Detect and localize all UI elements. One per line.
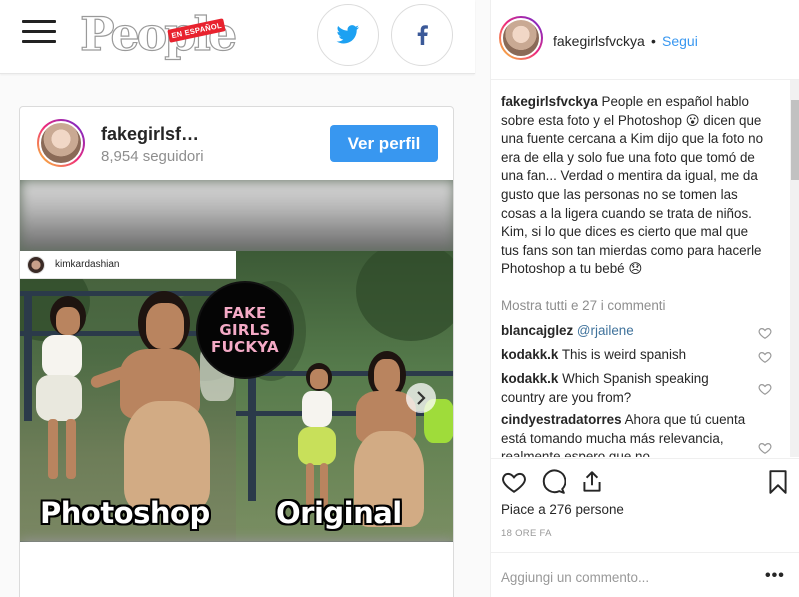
comment-username[interactable]: kodakk.k (501, 347, 558, 362)
twitter-bird-icon (336, 25, 359, 44)
comment-item: blancajglez @rjailene (501, 322, 751, 341)
watermark-badge: FAKE GIRLS FUCKYA (196, 281, 294, 379)
comment-username[interactable]: blancajglez (501, 323, 573, 338)
like-comment-icon[interactable] (758, 382, 772, 396)
post-username[interactable]: fakegirlsfvckya (553, 33, 645, 49)
instagram-embed-card: fakegirlsf… 8,954 seguidori Ver perfil k… (19, 106, 454, 597)
view-profile-button[interactable]: Ver perfil (330, 125, 438, 162)
site-header: People EN ESPAÑOL (0, 0, 475, 74)
like-comment-icon[interactable] (758, 350, 772, 364)
post-header: fakegirlsfvckya • Segui (491, 0, 799, 80)
bookmark-icon[interactable] (765, 469, 791, 495)
share-icon[interactable] (579, 469, 605, 495)
add-comment-bar: ••• (491, 552, 799, 597)
comment-item: kodakk.k This is weird spanish (501, 346, 751, 365)
like-count[interactable]: Piace a 276 persone (501, 502, 624, 517)
inner-username: kimkardashian (55, 259, 120, 270)
people-logo[interactable]: People EN ESPAÑOL (79, 7, 237, 60)
carousel-next-button[interactable] (406, 383, 436, 413)
article-pane: People EN ESPAÑOL fakegirlsf… 8,954 segu… (0, 0, 490, 597)
caption-username[interactable]: fakegirlsfvckya (501, 94, 598, 109)
show-all-comments-link[interactable]: Mostra tutti e 27 i commenti (501, 298, 665, 313)
post-detail-pane: fakegirlsfvckya • Segui fakegirlsfvckya … (490, 0, 799, 597)
watermark-line: FUCKYA (211, 337, 279, 356)
menu-icon[interactable] (22, 20, 56, 46)
scrollbar-thumb[interactable] (791, 100, 799, 180)
comment-username[interactable]: kodakk.k (501, 371, 558, 386)
post-timestamp: 18 ORE FA (501, 528, 552, 539)
comment-username[interactable]: cindyestradatorres (501, 412, 622, 427)
like-comment-icon[interactable] (758, 441, 772, 455)
follow-button[interactable]: Segui (662, 33, 698, 49)
like-comment-icon[interactable] (758, 326, 772, 340)
embed-username[interactable]: fakegirlsf… (101, 124, 199, 145)
heart-icon[interactable] (501, 469, 527, 495)
post-image[interactable]: kimkardashian FAKE GIRLS FUCKYA Photosho… (20, 180, 453, 542)
comment-input[interactable] (501, 567, 741, 587)
comments-list[interactable]: fakegirlsfvckya People en español hablo … (491, 80, 787, 457)
avatar[interactable] (499, 16, 543, 60)
comment-item: cindyestradatorres Ahora que tú cuenta e… (501, 411, 751, 457)
post-caption: fakegirlsfvckya People en español hablo … (501, 93, 767, 279)
chevron-right-icon (417, 391, 426, 405)
scrollbar[interactable] (790, 80, 799, 457)
caption-text: People en español hablo sobre esta foto … (501, 94, 764, 221)
photoshop-label: Photoshop (40, 496, 210, 530)
facebook-f-icon (417, 25, 428, 45)
twitter-share-button[interactable] (317, 4, 379, 66)
comment-text[interactable]: @rjailene (577, 323, 634, 338)
comment-icon[interactable] (540, 469, 566, 495)
avatar[interactable] (37, 119, 85, 167)
watermark-line: FAKE GIRLS (219, 303, 271, 339)
more-options-button[interactable]: ••• (765, 567, 785, 585)
follower-count: 8,954 seguidori (101, 148, 204, 165)
avatar (27, 256, 45, 274)
comment-text: This is weird spanish (561, 347, 687, 362)
original-label: Original (276, 496, 402, 530)
separator-dot: • (651, 33, 656, 49)
inner-post-header: kimkardashian (20, 251, 236, 279)
post-actions (491, 458, 799, 504)
facebook-share-button[interactable] (391, 4, 453, 66)
embed-header: fakegirlsf… 8,954 seguidori Ver perfil (20, 107, 453, 181)
comment-item: kodakk.k Which Spanish speaking country … (501, 370, 751, 407)
caption-text-2: Kim, si lo que dices es cierto que mal q… (501, 224, 762, 277)
